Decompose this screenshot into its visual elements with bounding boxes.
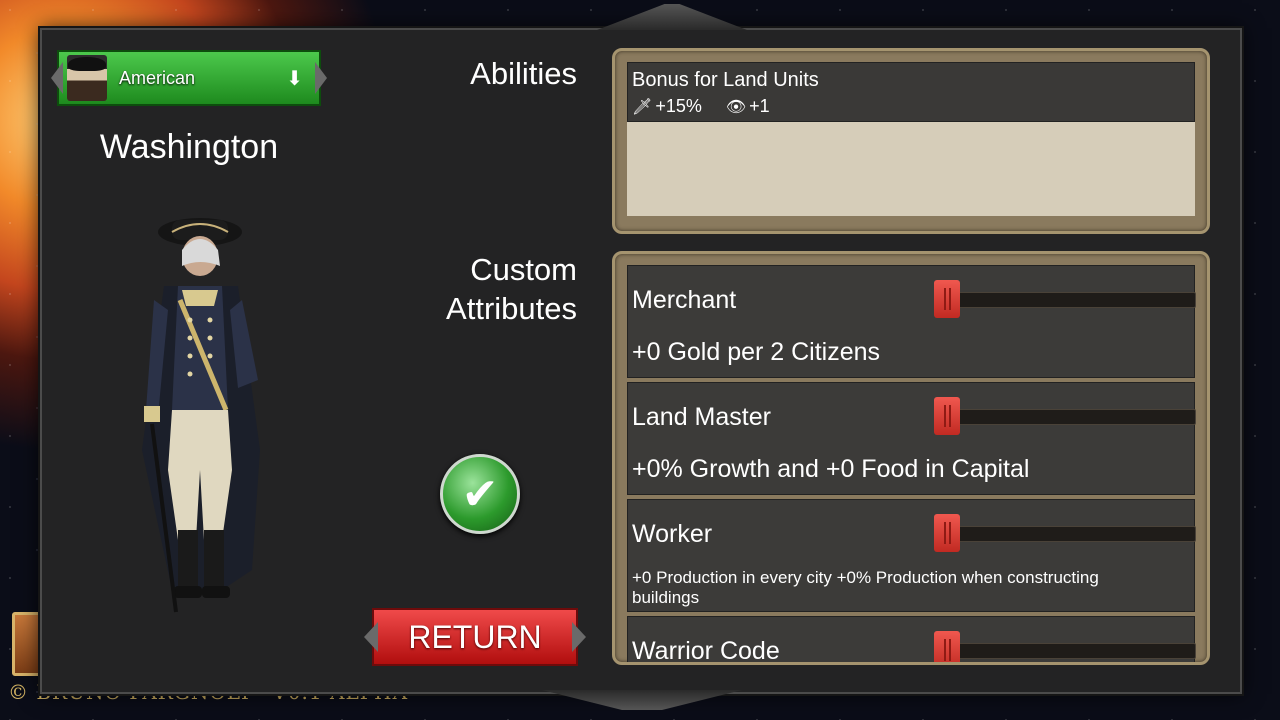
attribute-description: +0% Growth and +0 Food in Capital: [632, 455, 1030, 483]
leader-avatar-icon: [67, 55, 107, 101]
attribute-slider-handle[interactable]: [934, 397, 960, 435]
ability-stats: 🗡 +15% 👁 +1: [632, 96, 1190, 117]
ornament-left: [51, 62, 63, 94]
ability-description-area: [627, 122, 1195, 216]
ornament-left: [364, 622, 378, 652]
abilities-panel: Bonus for Land Units 🗡 +15% 👁 +1: [612, 48, 1210, 234]
ornament-right: [315, 62, 327, 94]
attribute-slider-track[interactable]: [936, 526, 1196, 542]
attack-bonus-value: +15%: [655, 96, 702, 116]
attribute-row: Merchant +0 Gold per 2 Citizens: [627, 265, 1196, 378]
attribute-description: +0 Gold per 2 Citizens: [632, 338, 881, 366]
eye-icon: 👁: [725, 99, 747, 116]
ability-attack-bonus: 🗡 +15%: [632, 96, 702, 117]
custom-attributes-heading-line2: Attributes: [446, 291, 577, 326]
attribute-slider-track[interactable]: [936, 409, 1196, 425]
leader-name: Washington: [99, 128, 279, 166]
attribute-name: Land Master: [632, 403, 771, 431]
abilities-heading: Abilities: [470, 56, 577, 91]
custom-attributes-heading-line1: Custom: [470, 252, 577, 287]
ornament-right: [572, 622, 586, 652]
civilization-label: American: [119, 67, 196, 88]
arrow-down-icon: ⬇: [286, 67, 303, 90]
leader-portrait: [142, 218, 260, 613]
sight-bonus-value: +1: [749, 96, 770, 116]
attribute-row: Land Master +0% Growth and +0 Food in Ca…: [627, 382, 1196, 495]
attribute-slider-handle[interactable]: [934, 514, 960, 552]
attribute-name: Merchant: [632, 286, 737, 314]
attribute-row: Warrior Code: [627, 616, 1196, 665]
attribute-name: Warrior Code: [632, 637, 780, 665]
attribute-slider-track[interactable]: [936, 643, 1196, 659]
return-button[interactable]: RETURN: [364, 608, 586, 666]
attribute-slider-handle[interactable]: [934, 280, 960, 318]
attributes-panel[interactable]: Merchant +0 Gold per 2 Citizens Land Mas…: [612, 251, 1210, 665]
return-label: RETURN: [408, 618, 542, 655]
attribute-slider-handle[interactable]: [934, 631, 960, 662]
confirm-button[interactable]: ✔: [440, 454, 520, 534]
ability-entry: Bonus for Land Units 🗡 +15% 👁 +1: [627, 62, 1195, 122]
sword-icon: 🗡: [632, 99, 653, 116]
attribute-name: Worker: [632, 520, 713, 548]
attribute-slider-track[interactable]: [936, 292, 1196, 308]
checkmark-icon: ✔: [461, 469, 499, 519]
civilization-dropdown[interactable]: American ⬇: [51, 50, 327, 106]
ability-sight-bonus: 👁 +1: [726, 96, 770, 117]
attribute-description: +0 Production in every city +0% Producti…: [632, 568, 1099, 607]
attribute-row: Worker +0 Production in every city +0% P…: [627, 499, 1196, 612]
ability-title: Bonus for Land Units: [632, 69, 819, 91]
leader-dialog: American ⬇ Washington Abilities Custom A…: [40, 4, 1242, 710]
